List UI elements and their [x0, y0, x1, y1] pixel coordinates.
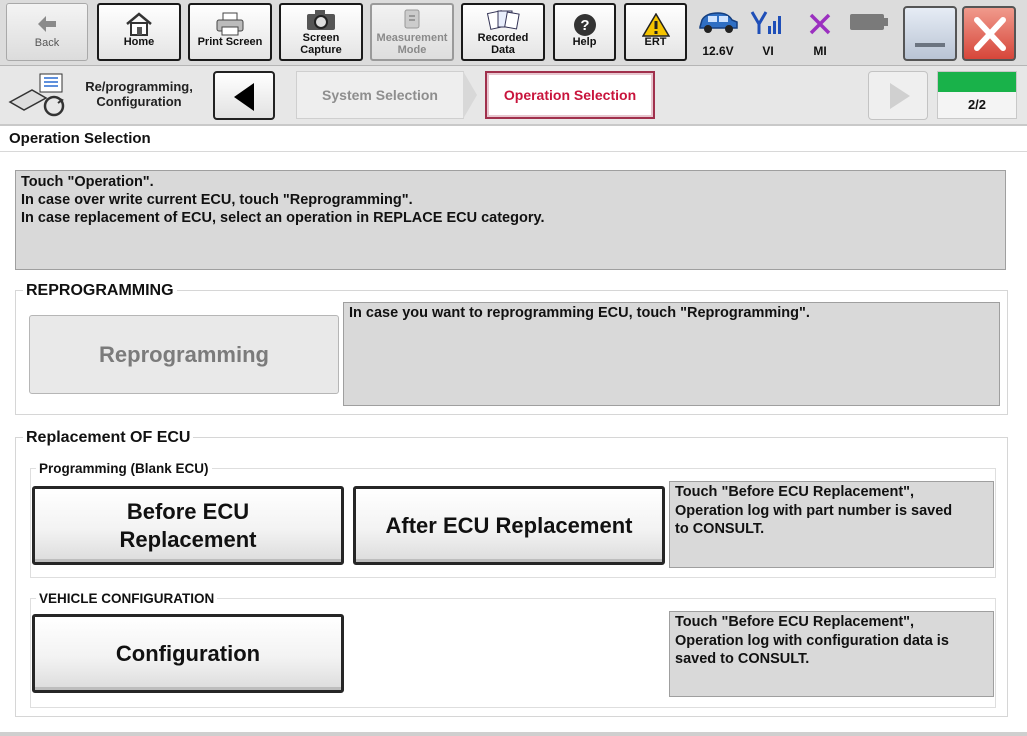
- programming-blank-ecu-section: Programming (Blank ECU) Before ECU Repla…: [30, 461, 996, 578]
- programming-description: Touch "Before ECU Replacement", Operatio…: [669, 481, 994, 568]
- minimize-button[interactable]: [903, 6, 957, 61]
- voltage-label: 12.6V: [702, 44, 734, 58]
- page-title: Operation Selection: [0, 126, 1027, 152]
- reprogramming-button[interactable]: Reprogramming: [29, 315, 339, 394]
- screen-capture-button[interactable]: Screen Capture: [279, 3, 363, 61]
- step-operation-selection[interactable]: Operation Selection: [485, 71, 655, 119]
- bottom-border: [0, 732, 1027, 736]
- before-ecu-replacement-button[interactable]: Before ECU Replacement: [32, 486, 344, 565]
- recorded-data-label: Recorded Data: [477, 32, 529, 56]
- vi-signal-icon: [750, 10, 786, 39]
- step-separator-arrow: [463, 71, 477, 119]
- breadcrumb: Re/programming, Configuration System Sel…: [0, 66, 1027, 126]
- top-toolbar: Back Home Print Screen Screen Capture Me…: [0, 0, 1027, 66]
- step-system-selection[interactable]: System Selection: [296, 71, 464, 119]
- reprogramming-section: REPROGRAMMING Reprogramming In case you …: [15, 282, 1008, 415]
- after-ecu-replacement-button[interactable]: After ECU Replacement: [353, 486, 665, 565]
- recorded-data-button[interactable]: Recorded Data: [461, 3, 545, 61]
- vehicle-configuration-section: VEHICLE CONFIGURATION Configuration Touc…: [30, 591, 996, 708]
- help-icon: ?: [573, 13, 597, 40]
- page-progress-indicator: 2/2: [937, 71, 1017, 119]
- help-button[interactable]: ? Help: [553, 3, 616, 61]
- car-icon: [696, 10, 740, 37]
- battery-voltage-status: 12.6V: [694, 8, 742, 58]
- replacement-ecu-section: Replacement OF ECU Programming (Blank EC…: [15, 429, 1008, 717]
- mi-disconnected-icon: [808, 12, 832, 39]
- measurement-mode-button[interactable]: Measurement Mode: [370, 3, 454, 61]
- replacement-section-title: Replacement OF ECU: [23, 429, 194, 447]
- ert-button[interactable]: ERT: [624, 3, 687, 61]
- close-icon: [973, 16, 1007, 57]
- back-triangle-icon: [232, 82, 258, 117]
- vi-status: VI: [744, 8, 792, 58]
- next-page-button[interactable]: [868, 71, 928, 120]
- mi-label: MI: [813, 44, 827, 58]
- home-icon: [124, 11, 154, 40]
- breadcrumb-title: Re/programming, Configuration: [85, 79, 193, 109]
- previous-page-button[interactable]: [213, 71, 275, 120]
- print-screen-button[interactable]: Print Screen: [188, 3, 272, 61]
- reprogramming-app-icon: [6, 72, 72, 123]
- vehicle-configuration-title: VEHICLE CONFIGURATION: [36, 591, 218, 606]
- reprogramming-description: In case you want to reprogramming ECU, t…: [343, 302, 1000, 406]
- camera-icon: [305, 8, 337, 35]
- measurement-mode-label: Measurement Mode: [376, 32, 448, 56]
- home-button[interactable]: Home: [97, 3, 181, 61]
- mi-status: MI: [796, 8, 844, 58]
- progress-fill: [938, 72, 1016, 92]
- instruction-box: Touch "Operation". In case over write cu…: [15, 170, 1006, 270]
- screen-capture-label: Screen Capture: [300, 32, 342, 56]
- back-button[interactable]: Back: [6, 3, 88, 61]
- svg-text:?: ?: [580, 17, 589, 34]
- programming-section-title: Programming (Blank ECU): [36, 461, 212, 476]
- back-arrow-icon: [36, 14, 58, 37]
- vi-label: VI: [762, 44, 774, 58]
- battery-icon: [850, 11, 890, 38]
- recorded-data-icon: [486, 8, 520, 35]
- back-label: Back: [34, 37, 60, 49]
- forward-triangle-icon: [888, 82, 912, 115]
- reprogramming-section-title: REPROGRAMMING: [23, 282, 177, 300]
- measurement-icon: [399, 8, 425, 35]
- page-counter: 2/2: [967, 97, 987, 112]
- close-button[interactable]: [962, 6, 1016, 61]
- configuration-description: Touch "Before ECU Replacement", Operatio…: [669, 611, 994, 697]
- warning-icon: [641, 12, 670, 40]
- printer-icon: [214, 11, 246, 40]
- configuration-button[interactable]: Configuration: [32, 614, 344, 693]
